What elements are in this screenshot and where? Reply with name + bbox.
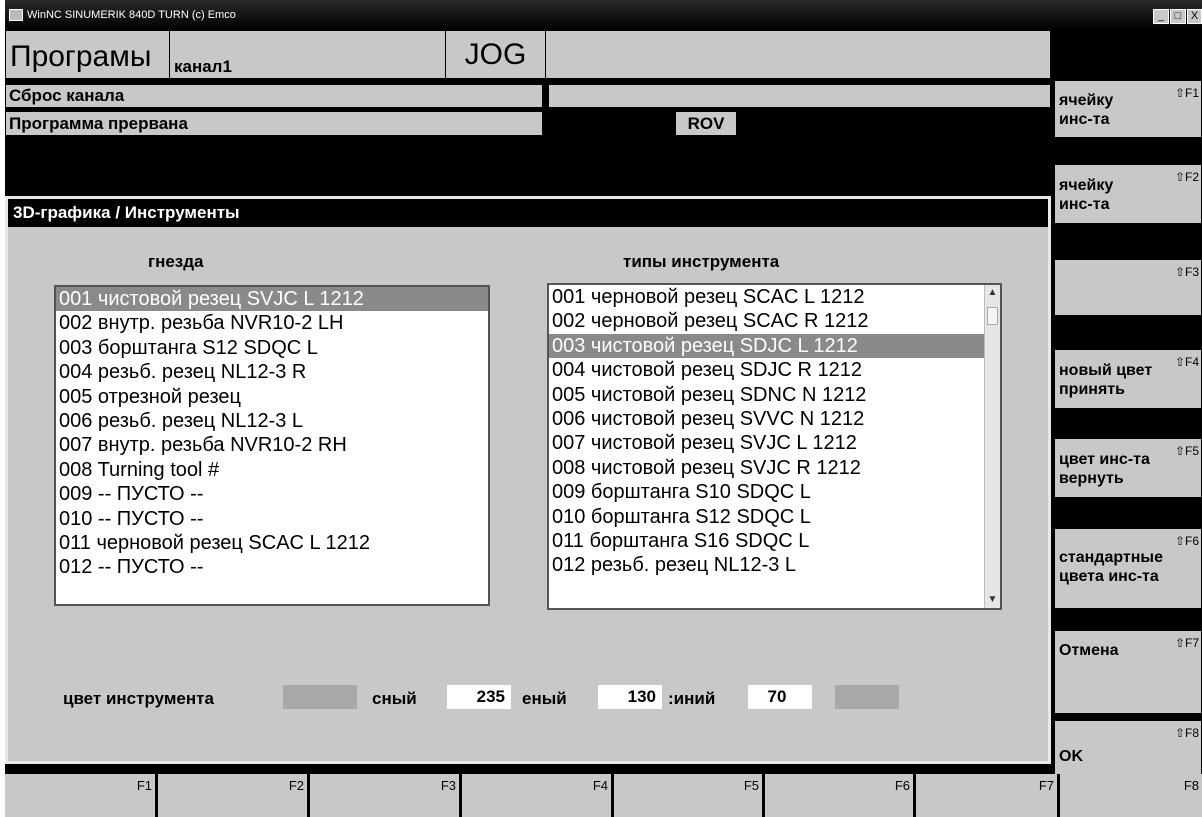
list-item[interactable]: 008 Turning tool # <box>56 458 488 482</box>
list-item[interactable]: 009 -- ПУСТО -- <box>56 482 488 506</box>
channel-status: Сброс канала <box>5 84 543 108</box>
blue-value-field[interactable]: 70 <box>748 685 812 709</box>
dialog-title: 3D-графика / Инструменты <box>8 199 1048 227</box>
list-item[interactable]: 005 чистовой резец SDNC N 1212 <box>549 383 1000 407</box>
list-item[interactable]: 011 борштанга S16 SDQC L <box>549 529 1000 553</box>
softkey-shortcut: ⇧F3 <box>1174 265 1199 279</box>
mode-area: Програмы <box>5 30 170 79</box>
list-item[interactable]: 002 черновой резец SCAC R 1212 <box>549 309 1000 333</box>
cancel-button[interactable]: Отмена ⇧F7 <box>1054 630 1202 714</box>
fkey-f1[interactable]: F1 <box>5 774 158 817</box>
title-bar: WinNC SINUMERIK 840D TURN (c) Emco _ □ X <box>5 0 1202 30</box>
softkey-shortcut: ⇧F1 <box>1174 86 1199 100</box>
fkey-f8[interactable]: F8 <box>1060 774 1202 817</box>
program-name-field <box>545 30 1051 79</box>
tool-color-swatch <box>283 685 357 709</box>
softkey-label: принять <box>1059 381 1125 398</box>
softkey-shortcut: ⇧F6 <box>1174 534 1199 548</box>
standard-colors-button[interactable]: стандартные цвета инс-та ⇧F6 <box>1054 528 1202 609</box>
green-value-field[interactable]: 130 <box>598 685 662 709</box>
fkey-label: F2 <box>288 778 304 793</box>
softkey-shortcut: ⇧F8 <box>1174 726 1199 740</box>
restore-color-button[interactable]: цвет инс-та вернуть ⇧F5 <box>1054 438 1202 498</box>
fkey-label: F3 <box>440 778 456 793</box>
green-label: еный <box>522 689 567 708</box>
softkey-shortcut: ⇧F7 <box>1174 636 1199 650</box>
fkey-label: F6 <box>894 778 910 793</box>
softkey-cell-2[interactable]: ячейку инс-та ⇧F2 <box>1054 164 1202 224</box>
softkey-label: инс-та <box>1059 111 1110 128</box>
tool-color-label: цвет инструмента <box>63 689 214 708</box>
list-item[interactable]: 007 внутр. резьба NVR10-2 RH <box>56 433 488 457</box>
list-item[interactable]: 010 борштанга S12 SDQC L <box>549 505 1000 529</box>
softkey-shortcut: ⇧F2 <box>1174 170 1199 184</box>
fkey-f2[interactable]: F2 <box>158 774 310 817</box>
list-item[interactable]: 006 резьб. резец NL12-3 L <box>56 409 488 433</box>
fkey-f4[interactable]: F4 <box>462 774 614 817</box>
minimize-button[interactable]: _ <box>1153 9 1169 24</box>
list-item[interactable]: 004 резьб. резец NL12-3 R <box>56 360 488 384</box>
slots-list[interactable]: 001 чистовой резец SVJC L 1212 002 внутр.… <box>54 285 490 606</box>
softkey-label: вернуть <box>1059 470 1124 487</box>
fkey-f7[interactable]: F7 <box>916 774 1060 817</box>
list-item[interactable]: 004 чистовой резец SDJC R 1212 <box>549 358 1000 382</box>
list-item[interactable]: 002 внутр. резьба NVR10-2 LH <box>56 311 488 335</box>
list-item[interactable]: 010 -- ПУСТО -- <box>56 507 488 531</box>
tools-dialog: 3D-графика / Инструменты гнезда типы инс… <box>5 196 1051 764</box>
color-preview-swatch <box>835 685 899 709</box>
fkey-f5[interactable]: F5 <box>614 774 765 817</box>
list-item[interactable]: 003 чистовой резец SDJC L 1212 <box>549 333 1000 359</box>
list-item[interactable]: 012 -- ПУСТО -- <box>56 555 488 579</box>
maximize-button[interactable]: □ <box>1170 9 1186 24</box>
fkey-label: F1 <box>136 778 152 793</box>
slots-header: гнезда <box>148 252 204 271</box>
tool-types-list[interactable]: 001 черновой резец SCAC L 1212 002 чернов… <box>547 283 1002 610</box>
softkey-label: инс-та <box>1059 196 1110 213</box>
softkey-cell-1[interactable]: ячейку инс-та ⇧F1 <box>1054 80 1202 138</box>
softkey-label: цвета инс-та <box>1059 568 1159 585</box>
app-window: WinNC SINUMERIK 840D TURN (c) Emco _ □ X… <box>5 0 1202 817</box>
fkey-label: F4 <box>592 778 608 793</box>
channel-name: канал1 <box>169 30 446 79</box>
softkey-label: OK <box>1059 748 1083 765</box>
list-scrollbar[interactable]: ▲ ▼ <box>984 285 1000 608</box>
accept-color-button[interactable]: новый цвет принять ⇧F4 <box>1054 349 1202 409</box>
list-item[interactable]: 007 чистовой резец SVJC L 1212 <box>549 431 1000 455</box>
softkey-empty-3[interactable]: ⇧F3 <box>1054 259 1202 316</box>
operating-mode: JOG <box>445 30 546 79</box>
list-item[interactable]: 008 чистовой резец SVJC R 1212 <box>549 456 1000 480</box>
close-button[interactable]: X <box>1187 9 1202 24</box>
fkey-label: F7 <box>1038 778 1054 793</box>
program-status: Программа прервана <box>5 111 543 136</box>
list-item[interactable]: 001 чистовой резец SVJC L 1212 <box>56 287 488 312</box>
softkey-shortcut: ⇧F4 <box>1174 355 1199 369</box>
list-item[interactable]: 006 чистовой резец SVVC N 1212 <box>549 407 1000 431</box>
blue-label: :иний <box>668 689 716 708</box>
scroll-thumb[interactable] <box>987 307 998 325</box>
fkey-label: F8 <box>1183 778 1199 793</box>
list-item[interactable]: 012 резьб. резец NL12-3 L <box>549 553 1000 577</box>
alarm-line <box>548 84 1051 108</box>
scroll-down-icon[interactable]: ▼ <box>985 592 1000 608</box>
red-value-field[interactable]: 235 <box>447 685 511 709</box>
scroll-up-icon[interactable]: ▲ <box>985 285 1000 301</box>
list-item[interactable]: 001 черновой резец SCAC L 1212 <box>549 285 1000 309</box>
list-item[interactable]: 003 борштанга S12 SDQC L <box>56 336 488 360</box>
fkey-f6[interactable]: F6 <box>765 774 916 817</box>
app-icon <box>9 9 23 21</box>
fkey-label: F5 <box>743 778 759 793</box>
list-item[interactable]: 011 черновой резец SCAC L 1212 <box>56 531 488 555</box>
tool-types-header: типы инструмента <box>623 252 780 271</box>
window-title: WinNC SINUMERIK 840D TURN (c) Emco <box>27 9 236 21</box>
softkey-shortcut: ⇧F5 <box>1174 444 1199 458</box>
fkey-f3[interactable]: F3 <box>310 774 462 817</box>
list-item[interactable]: 005 отрезной резец <box>56 385 488 409</box>
list-item[interactable]: 009 борштанга S10 SDQC L <box>549 480 1000 504</box>
rov-indicator: ROV <box>675 111 737 136</box>
red-label: сный <box>372 689 417 708</box>
